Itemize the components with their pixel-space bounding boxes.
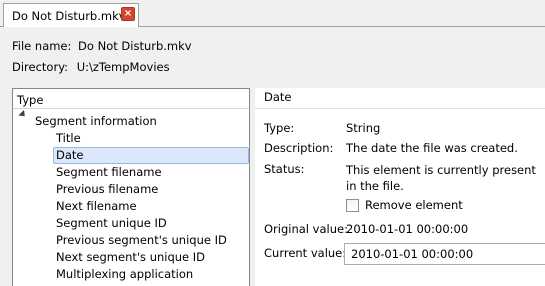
content-area: File name: Do Not Disturb.mkv Directory:… — [0, 27, 545, 286]
tree-item-prev-segment-uid[interactable]: Previous segment's unique ID — [56, 232, 227, 249]
status-value: This element is currently present in the… — [346, 163, 536, 193]
detail-panel: Date Type: String Description: The date … — [255, 88, 545, 286]
element-tree[interactable]: Type Segment information Title Date Segm… — [12, 88, 250, 286]
tree-item-title[interactable]: Title — [56, 130, 81, 147]
tab-label: Do Not Disturb.mkv — [12, 8, 126, 23]
detail-title: Date — [264, 90, 292, 104]
tree-item-next-segment-uid[interactable]: Next segment's unique ID — [56, 249, 205, 266]
description-label: Description: — [264, 141, 334, 155]
expand-triangle-icon[interactable] — [18, 109, 28, 120]
type-label: Type: — [264, 121, 295, 135]
current-value-input[interactable]: 2010-01-01 00:00:00 — [344, 243, 545, 265]
file-name-value: Do Not Disturb.mkv — [78, 39, 192, 53]
type-value: String — [346, 121, 381, 135]
tab-file[interactable]: Do Not Disturb.mkv × — [3, 3, 139, 27]
remove-element-checkbox[interactable] — [346, 199, 359, 212]
tree-item-next-filename[interactable]: Next filename — [56, 198, 137, 215]
tree-header[interactable]: Type — [13, 89, 249, 109]
detail-divider — [255, 108, 545, 109]
tab-strip: Do Not Disturb.mkv × — [0, 0, 545, 27]
tree-item-segment-information[interactable]: Segment information — [35, 113, 157, 130]
directory-label: Directory: — [12, 60, 69, 74]
close-icon[interactable]: × — [121, 7, 135, 21]
tree-item-segment-filename[interactable]: Segment filename — [56, 164, 162, 181]
original-value: 2010-01-01 00:00:00 — [346, 222, 469, 236]
current-value-label: Current value: — [264, 246, 347, 260]
tree-item-previous-filename[interactable]: Previous filename — [56, 181, 158, 198]
description-value: The date the file was created. — [346, 141, 518, 155]
original-value-label: Original value: — [264, 222, 348, 236]
tree-item-multiplexing-application[interactable]: Multiplexing application — [56, 266, 193, 283]
directory-value: U:\zTempMovies — [76, 60, 170, 74]
status-label: Status: — [264, 162, 305, 176]
tree-item-date[interactable]: Date — [53, 147, 249, 164]
file-name-row: File name: Do Not Disturb.mkv — [12, 39, 192, 53]
tree-item-segment-uid[interactable]: Segment unique ID — [56, 215, 167, 232]
directory-row: Directory: U:\zTempMovies — [12, 60, 170, 74]
file-name-label: File name: — [12, 39, 72, 53]
remove-element-label[interactable]: Remove element — [365, 198, 463, 212]
